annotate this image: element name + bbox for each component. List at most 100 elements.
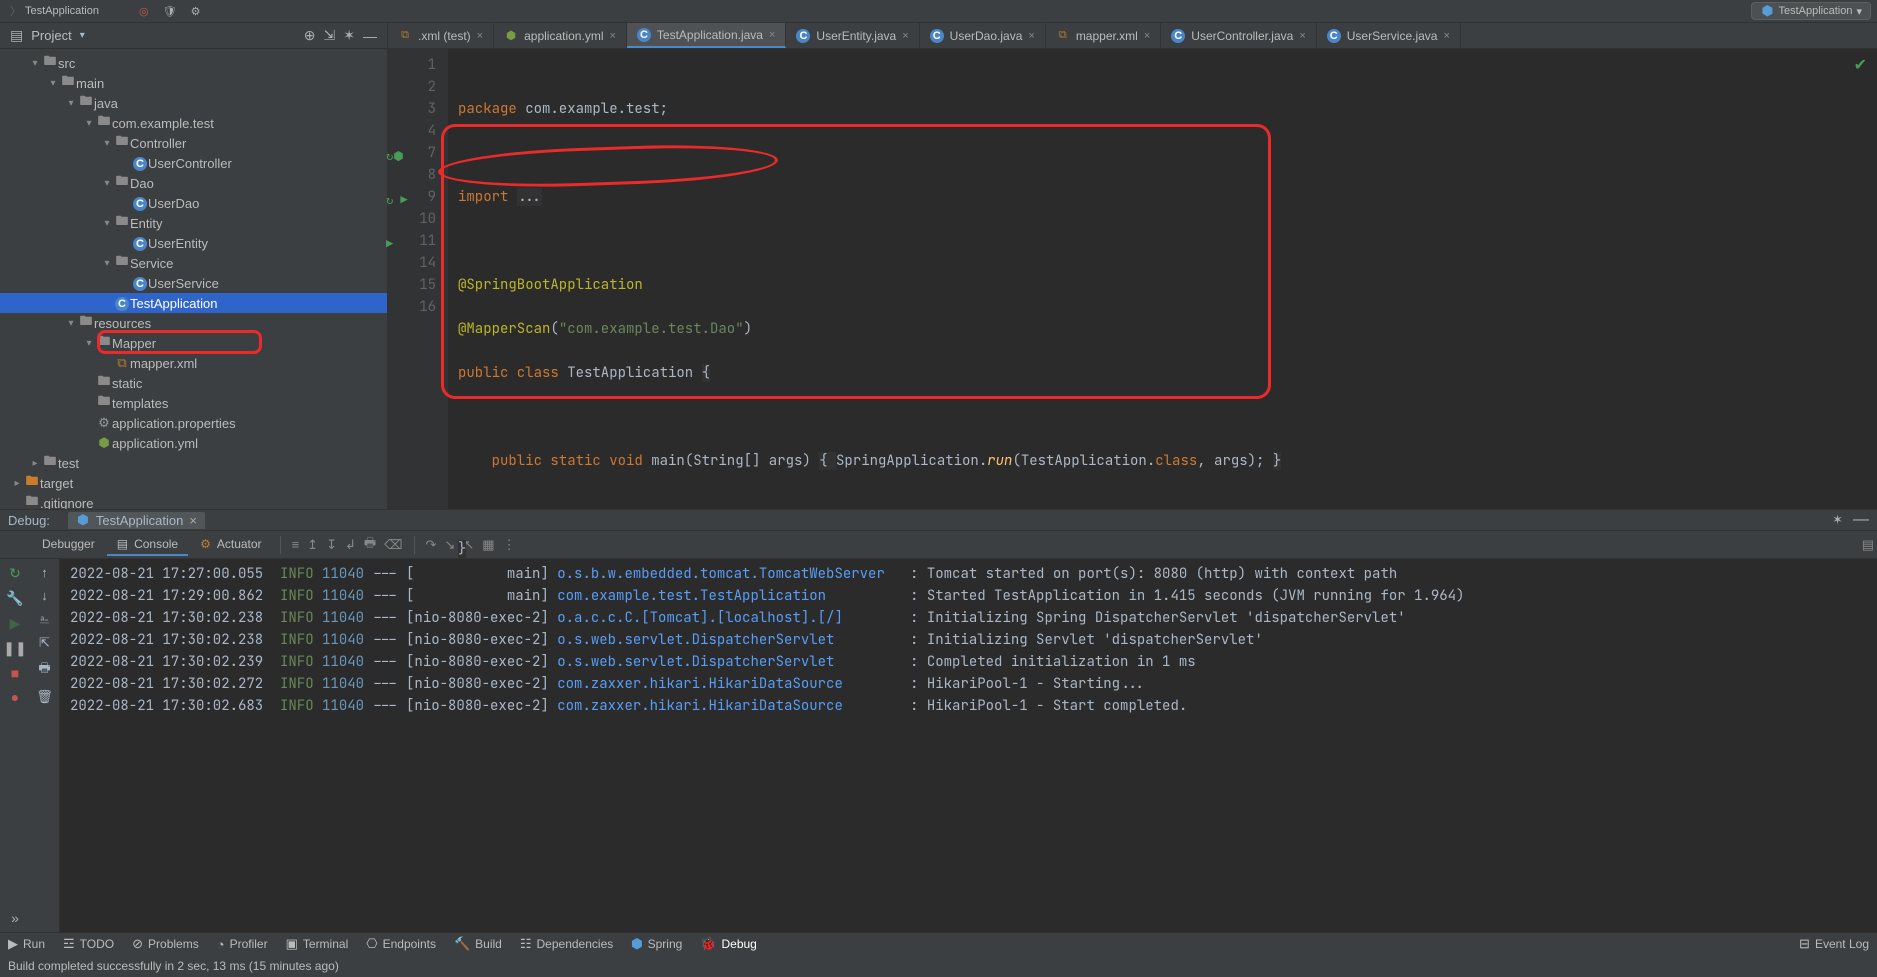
chevron-icon[interactable] [28,458,42,469]
gutter-line[interactable]: ↻⬢7 [388,142,436,164]
console-output[interactable]: 2022-08-21 17:27:00.055 INFO 11040 --- [… [60,559,1877,932]
editor-tab[interactable]: ⧉mapper.xml× [1046,23,1161,48]
breakpoints-icon[interactable]: ● [11,689,19,705]
gutter-line[interactable]: 10 [388,208,436,230]
tool-endpoints[interactable]: ⎔Endpoints [366,936,436,952]
chevron-icon[interactable] [100,258,114,269]
tree-node[interactable]: CUserEntity [0,233,387,253]
chevron-icon[interactable] [82,338,96,349]
editor-gutter[interactable]: 1234↻⬢78↻ ▶910 ▶11141516 [388,49,448,509]
editor-tab[interactable]: ⧉.xml (test)× [388,23,494,48]
modify-run-icon[interactable]: 🔧 [6,590,23,607]
resume-icon[interactable]: ▶ [10,615,21,632]
step-into-icon[interactable]: ↘ [444,537,455,553]
chevron-icon[interactable] [10,478,24,489]
rerun-icon[interactable]: ↻ [9,565,21,582]
chevron-icon[interactable] [82,118,96,129]
editor-tab[interactable]: ⬢application.yml× [494,23,627,48]
gutter-line[interactable]: ▶11 [388,230,436,252]
close-icon[interactable]: × [902,30,908,42]
tree-node[interactable]: CUserDao [0,193,387,213]
scroll-down-icon[interactable]: ↓ [41,588,48,603]
up-icon[interactable]: ↥ [307,537,318,553]
close-icon[interactable]: × [1299,30,1305,42]
project-tool-header[interactable]: ▤ Project ▾ ⊕ ⇲ ✶ — [0,23,388,48]
tool-build[interactable]: 🔨Build [454,936,502,952]
tool-dependencies[interactable]: ☷Dependencies [520,936,613,952]
gutter-line[interactable]: 14 [388,252,436,274]
tool-terminal[interactable]: ▣Terminal [286,936,349,952]
gutter-line[interactable]: 16 [388,296,436,318]
gear-icon[interactable]: ⚙ [191,5,201,18]
tool-spring[interactable]: ⬢Spring [631,936,682,952]
clear-icon[interactable]: ⌫ [384,537,402,553]
tool-todo[interactable]: ☲TODO [63,936,114,952]
tree-node[interactable]: 🖿Entity [0,213,387,233]
tree-node[interactable]: 🖿Mapper [0,333,387,353]
expand-icon[interactable]: ⊕ [304,27,316,44]
tree-node[interactable]: 🖿com.example.test [0,113,387,133]
code-area[interactable]: package com.example.test; import ... @Sp… [448,49,1877,509]
target-icon[interactable]: ◎ [139,5,149,18]
tree-node[interactable]: CUserController [0,153,387,173]
run-configuration-selector[interactable]: ⬢ TestApplication ▾ [1751,2,1871,20]
gear-icon[interactable]: ✶ [1832,512,1843,528]
tree-node[interactable]: 🖿target [0,473,387,493]
editor-tab[interactable]: CUserEntity.java× [786,23,919,48]
tree-node[interactable]: 🖿static [0,373,387,393]
close-icon[interactable]: × [1144,30,1150,42]
chevron-icon[interactable] [100,178,114,189]
more-icon[interactable]: » [11,910,19,926]
tree-node[interactable]: ⬢application.yml [0,433,387,453]
tool-problems[interactable]: ⊘Problems [132,936,199,952]
tree-node[interactable]: CUserService [0,273,387,293]
close-icon[interactable]: × [477,30,483,42]
tree-node[interactable]: 🖿Dao [0,173,387,193]
close-icon[interactable]: × [1028,30,1034,42]
down-icon[interactable]: ↧ [326,537,337,553]
stop-icon[interactable]: ■ [11,665,19,681]
editor-tab[interactable]: CTestApplication.java× [627,23,787,48]
layout-settings-icon[interactable]: ▤ [1862,537,1874,553]
close-icon[interactable]: × [189,513,197,528]
gutter-line[interactable]: 15 [388,274,436,296]
scroll-up-icon[interactable]: ↑ [41,565,48,580]
print-icon[interactable]: 🖶 [364,534,376,556]
gutter-line[interactable]: ↻ ▶9 [388,186,436,208]
code-editor[interactable]: 1234↻⬢78↻ ▶910 ▶11141516 package com.exa… [388,49,1877,509]
close-icon[interactable]: × [769,29,775,41]
editor-tab[interactable]: CUserController.java× [1161,23,1316,48]
chevron-icon[interactable] [100,138,114,149]
pause-icon[interactable]: ❚❚ [3,640,26,657]
filter-icon[interactable]: ⎁ [39,611,49,627]
shield-icon[interactable]: 🛡 [163,5,177,18]
hide-icon[interactable]: — [363,28,377,44]
soft-wrap-icon[interactable]: ↲ [345,537,356,553]
trash-icon[interactable]: 🗑 [36,689,53,705]
gutter-line[interactable]: 2 [388,76,436,98]
project-tree[interactable]: 🖿src🖿main🖿java🖿com.example.test🖿Controll… [0,49,388,509]
print-icon[interactable]: 🖶 [38,659,50,681]
layout-icon[interactable]: ▦ [482,537,494,553]
step-over-icon[interactable]: ↷ [426,537,437,553]
export-icon[interactable]: ⇱ [39,635,50,651]
gutter-line[interactable]: 3 [388,98,436,120]
chevron-icon[interactable] [100,218,114,229]
tree-node[interactable]: 🖿resources [0,313,387,333]
tree-node[interactable]: 🖿.gitignore [0,493,387,509]
editor-tab[interactable]: CUserService.java× [1317,23,1461,48]
tree-node[interactable]: ⚙application.properties [0,413,387,433]
tool-run[interactable]: ▶Run [8,936,45,952]
tree-node[interactable]: 🖿test [0,453,387,473]
tree-node[interactable]: CTestApplication [0,293,387,313]
code-folded[interactable]: ... [517,188,542,206]
tree-node[interactable]: 🖿java [0,93,387,113]
breadcrumb-segment[interactable]: TestApplication [25,5,99,17]
gutter-line[interactable]: 1 [388,54,436,76]
tool-debug[interactable]: 🐞Debug [700,936,757,952]
editor-scrollbar[interactable] [1865,49,1877,509]
gutter-line[interactable]: 4 [388,120,436,142]
chevron-icon[interactable] [46,78,60,89]
close-icon[interactable]: × [1443,30,1449,42]
chevron-down-icon[interactable]: ▾ [80,30,85,41]
